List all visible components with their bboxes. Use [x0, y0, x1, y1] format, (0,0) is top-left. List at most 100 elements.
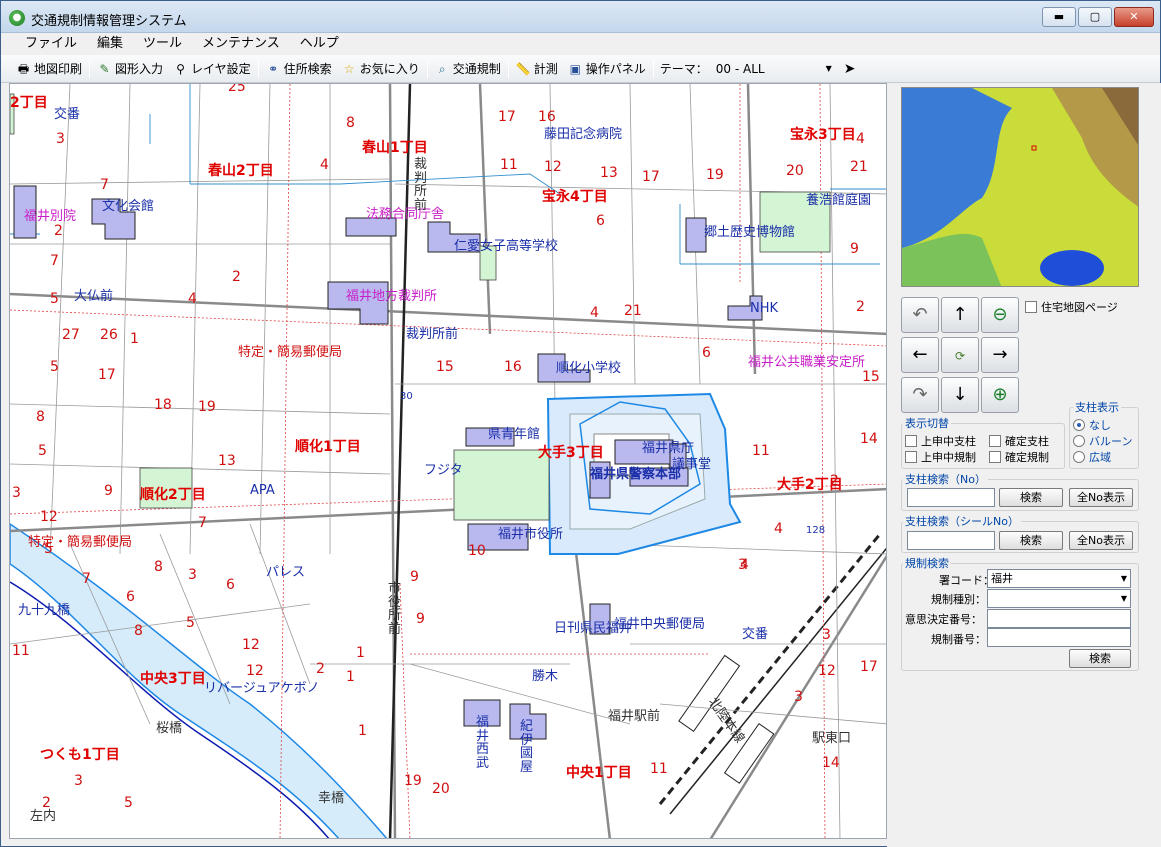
- block-number: 17: [498, 109, 516, 125]
- place-label: 九十九橋: [18, 603, 71, 618]
- menu-help[interactable]: ヘルプ: [290, 33, 349, 55]
- place-label: APA: [250, 483, 275, 498]
- seal-no-input[interactable]: [907, 531, 995, 550]
- place-label: 左内: [30, 809, 57, 824]
- zoom-in-icon: ⊕: [992, 384, 1008, 405]
- key-icon: ⚲: [176, 61, 185, 76]
- toolbar-separator: [507, 59, 509, 78]
- area-label: 中央3丁目: [140, 671, 206, 687]
- block-number: 8: [134, 623, 143, 639]
- block-number: 19: [198, 399, 216, 415]
- app-icon: ●: [9, 10, 25, 26]
- block-number: 14: [860, 431, 878, 447]
- decision-number-input[interactable]: [987, 609, 1131, 628]
- menu-tools[interactable]: ツール: [133, 33, 192, 55]
- block-number: 16: [538, 109, 556, 125]
- block-number: 7: [50, 253, 59, 269]
- regulation-type-select[interactable]: ▼: [987, 589, 1131, 608]
- block-number: 15: [436, 359, 454, 375]
- map-view[interactable]: 2丁目 春山1丁目 春山2丁目 宝永3丁目 宝永4丁目 順化1丁目 順化2丁目 …: [9, 83, 887, 839]
- rotate-ccw-button[interactable]: ↶: [901, 297, 939, 333]
- block-number: 6: [226, 577, 235, 593]
- pole-no-input[interactable]: [907, 488, 995, 507]
- station-code-select[interactable]: 福井 ▼: [987, 569, 1131, 588]
- radio-dot: [1073, 435, 1085, 447]
- place-label: 郷土歴史博物館: [704, 225, 796, 240]
- checkbox-pending-regulation[interactable]: 上申中規制: [905, 449, 976, 465]
- pole-no-show-all-button[interactable]: 全No表示: [1069, 488, 1133, 507]
- layer-settings-button[interactable]: ⚲ レイヤ設定: [168, 58, 256, 80]
- regulation-search-legend: 規制検索: [903, 555, 951, 571]
- radio-wide[interactable]: 広域: [1073, 449, 1111, 465]
- close-button[interactable]: ✕: [1114, 7, 1154, 27]
- block-number: 26: [100, 327, 118, 343]
- seal-no-search-button[interactable]: 検索: [999, 531, 1063, 550]
- block-number: 4: [188, 291, 197, 307]
- theme-select[interactable]: 00 - ALL ▼: [714, 59, 834, 79]
- zoom-in-button[interactable]: ⊕: [981, 377, 1019, 413]
- block-number: 25: [228, 83, 246, 95]
- block-number: 3: [794, 689, 803, 705]
- block-number: 12: [242, 637, 260, 653]
- address-search-button[interactable]: ⚭ 住所検索: [261, 58, 337, 80]
- toolbar-separator: [426, 59, 428, 78]
- pan-right-button[interactable]: →: [981, 337, 1019, 373]
- block-number: 20: [786, 163, 804, 179]
- traffic-regulation-label: 交通規制: [452, 62, 501, 76]
- seal-no-show-all-button[interactable]: 全No表示: [1069, 531, 1133, 550]
- block-number: 17: [860, 659, 878, 675]
- checkbox-label: 上申中支柱: [921, 435, 976, 448]
- zoom-out-button[interactable]: ⊖: [981, 297, 1019, 333]
- radio-none[interactable]: なし: [1073, 417, 1111, 433]
- menu-maintenance[interactable]: メンテナンス: [192, 33, 290, 55]
- regulation-number-input[interactable]: [987, 628, 1131, 647]
- checkbox-confirmed-pole[interactable]: 確定支柱: [989, 433, 1049, 449]
- refresh-button[interactable]: ⟳: [941, 337, 979, 373]
- shape-input-button[interactable]: ✎ 図形入力: [92, 58, 168, 80]
- checkbox-box: [905, 435, 917, 447]
- pan-down-button[interactable]: ↓: [941, 377, 979, 413]
- block-number: 12: [246, 663, 264, 679]
- block-number: 7: [82, 571, 91, 587]
- place-label: 駅東口: [812, 731, 852, 746]
- print-map-button[interactable]: 🖶 地図印刷: [11, 58, 87, 80]
- block-number: 6: [702, 345, 711, 361]
- menu-edit[interactable]: 編集: [87, 33, 133, 55]
- place-label: 県青年館: [488, 427, 541, 442]
- arrow-up-icon: ↑: [952, 304, 968, 325]
- block-number: 11: [752, 443, 770, 459]
- favorites-button[interactable]: ☆ お気に入り: [337, 58, 425, 80]
- maximize-button[interactable]: ▢: [1078, 7, 1112, 27]
- operation-panel-button[interactable]: ▣ 操作パネル: [563, 58, 651, 80]
- rotate-cw-button[interactable]: ↷: [901, 377, 939, 413]
- facility-label: 福井地方裁判所: [346, 289, 438, 304]
- arrow-left-icon: ←: [912, 344, 928, 365]
- regulation-search-button[interactable]: 検索: [1069, 649, 1131, 668]
- checkbox-label: 上申中規制: [921, 451, 976, 464]
- place-label: フジタ: [424, 463, 463, 478]
- place-label: 裁判所前: [406, 327, 459, 342]
- checkbox-confirmed-regulation[interactable]: 確定規制: [989, 449, 1049, 465]
- pan-left-button[interactable]: ←: [901, 337, 939, 373]
- favorites-label: お気に入り: [359, 62, 420, 76]
- block-number: 21: [624, 303, 642, 319]
- traffic-regulation-button[interactable]: ⌕ 交通規制: [430, 58, 506, 80]
- block-number: 3: [12, 485, 21, 501]
- overview-minimap[interactable]: [901, 87, 1139, 287]
- title-bar[interactable]: ● 交通規制情報管理システム ▬ ▢ ✕: [1, 1, 1160, 33]
- residential-map-checkbox[interactable]: 住宅地図ページ: [1025, 299, 1118, 315]
- pointer-tool-icon[interactable]: ➤: [844, 61, 856, 77]
- block-number: 5: [50, 291, 59, 307]
- block-number: 2: [42, 795, 51, 811]
- area-label: 春山2丁目: [208, 163, 274, 179]
- minimize-button[interactable]: ▬: [1042, 7, 1076, 27]
- toolbar-separator: [257, 59, 259, 78]
- radio-balloon[interactable]: バルーン: [1073, 433, 1132, 449]
- block-number: 7: [100, 177, 109, 193]
- pole-no-search-button[interactable]: 検索: [999, 488, 1063, 507]
- measure-button[interactable]: 📏 計測: [511, 58, 563, 80]
- checkbox-pending-pole[interactable]: 上申中支柱: [905, 433, 976, 449]
- pan-up-button[interactable]: ↑: [941, 297, 979, 333]
- menu-file[interactable]: ファイル: [15, 33, 87, 55]
- radio-dot: [1073, 419, 1085, 431]
